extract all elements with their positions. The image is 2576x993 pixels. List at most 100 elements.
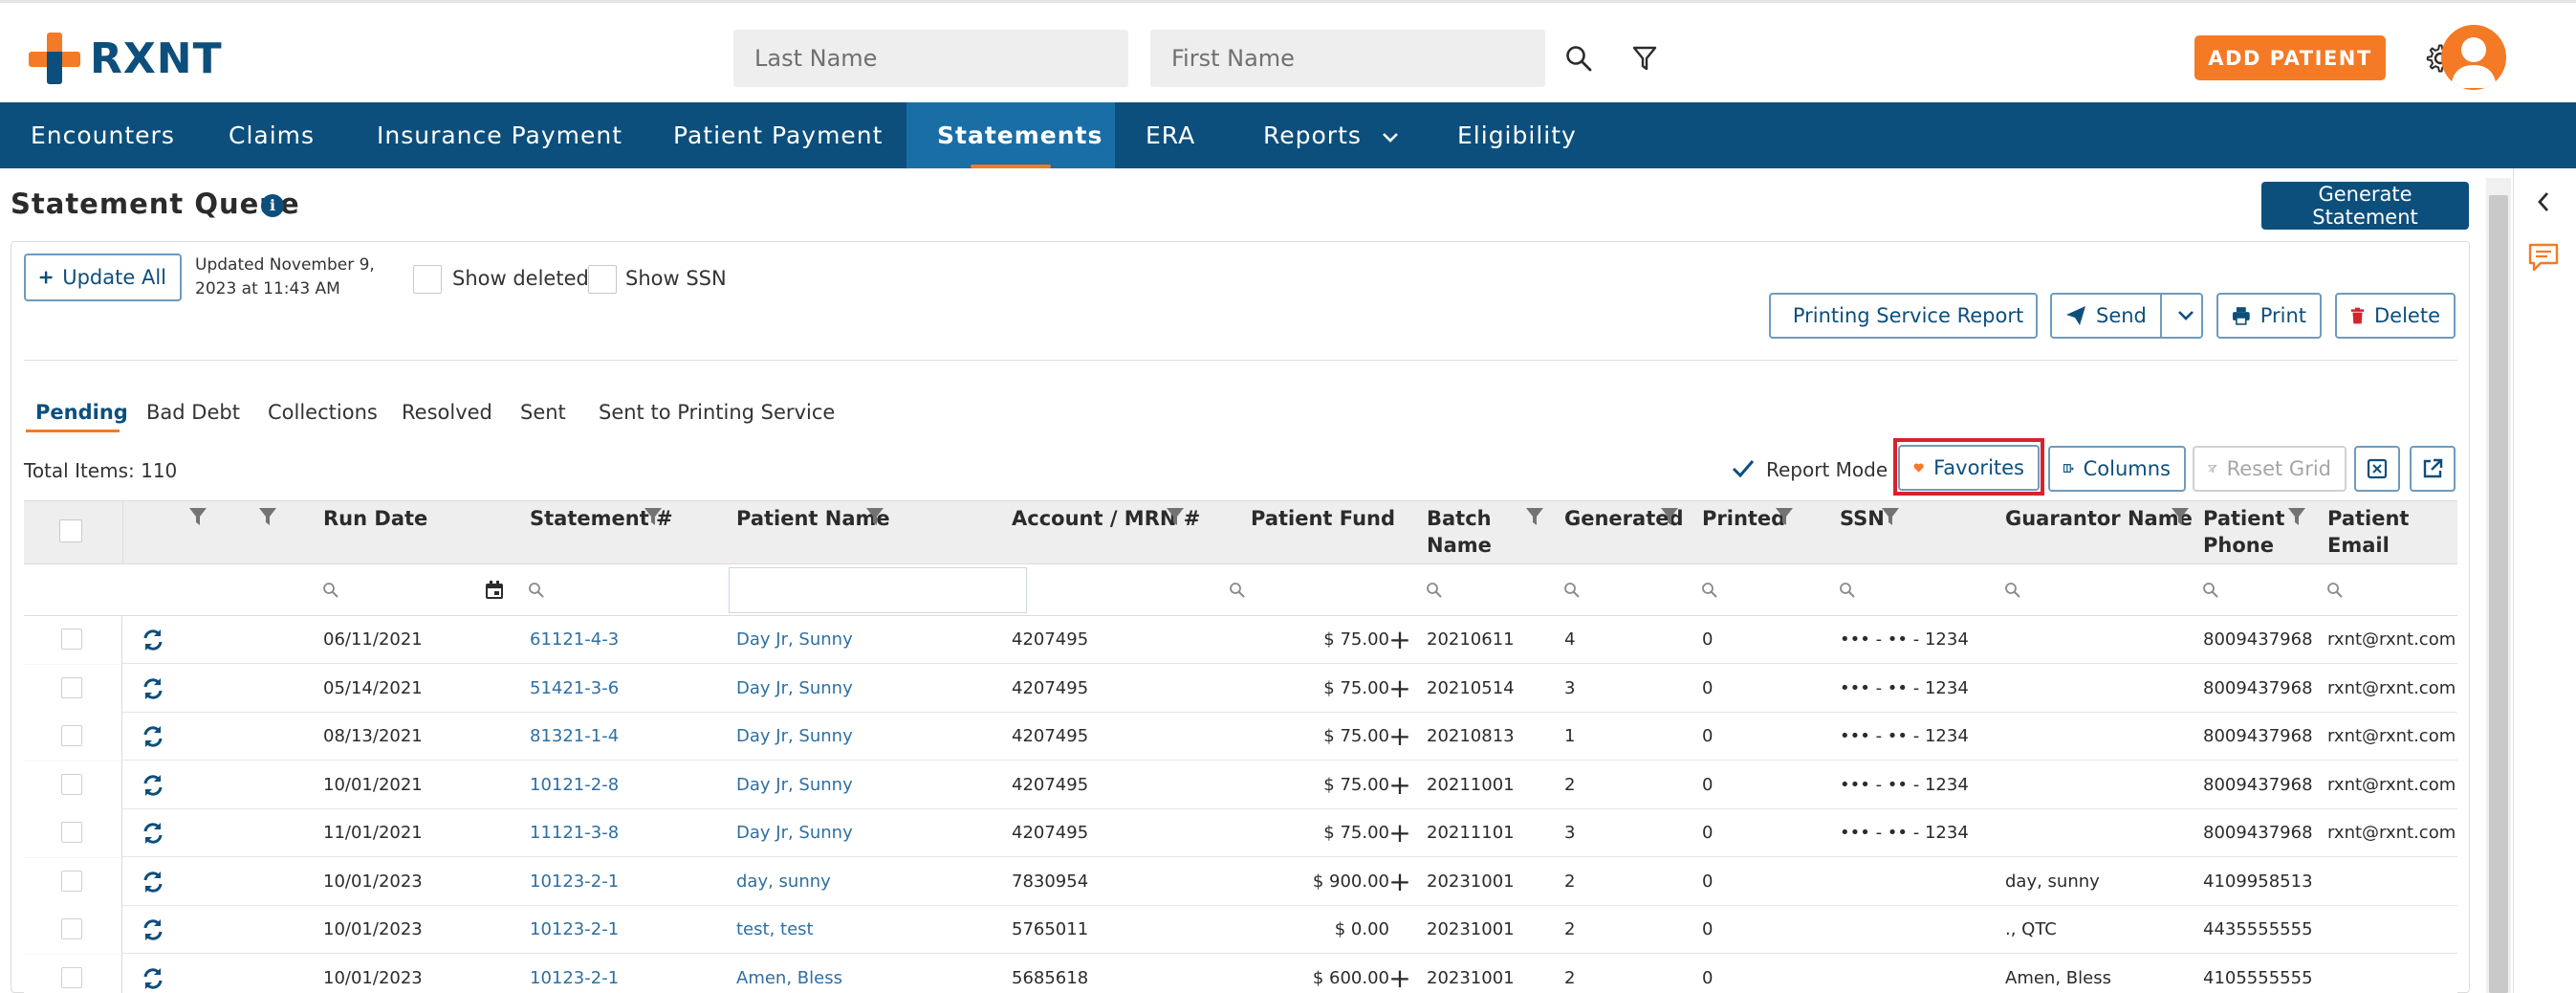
add-fund-button[interactable]: + (1388, 616, 1411, 664)
row-checkbox[interactable] (61, 629, 82, 650)
printing-service-report-button[interactable]: Printing Service Report (1769, 293, 2038, 339)
refresh-icon[interactable] (142, 918, 164, 941)
add-fund-button[interactable]: + (1388, 955, 1411, 993)
cell-statement-link[interactable]: 10123-2-1 (530, 906, 619, 954)
show-deleted-checkbox[interactable] (413, 265, 442, 294)
show-ssn-checkbox[interactable] (588, 265, 617, 294)
row-checkbox[interactable] (61, 773, 82, 795)
column-filter-icon[interactable] (644, 507, 663, 526)
nav-claims[interactable]: Claims (198, 102, 345, 168)
add-fund-button[interactable]: + (1388, 713, 1411, 761)
info-icon[interactable]: i (261, 194, 284, 217)
export-excel-button[interactable] (2354, 446, 2400, 492)
last-name-input[interactable] (733, 30, 1128, 87)
column-filter-icon[interactable] (1775, 507, 1794, 526)
cell-statement-link[interactable]: 51421-3-6 (530, 665, 619, 713)
cell-patient-link[interactable]: Amen, Bless (736, 955, 842, 993)
refresh-icon[interactable] (142, 629, 164, 651)
delete-button[interactable]: Delete (2335, 293, 2456, 339)
row-checkbox[interactable] (61, 822, 82, 843)
column-filter-icon[interactable] (1660, 507, 1679, 526)
tab-bad-debt[interactable]: Bad Debt (146, 401, 240, 424)
nav-patient-payment[interactable]: Patient Payment (643, 102, 913, 168)
column-filter-icon[interactable] (2171, 507, 2190, 526)
search-icon[interactable] (1560, 39, 1598, 77)
row-checkbox[interactable] (61, 966, 82, 988)
table-row[interactable]: 10/01/2023 10123-2-1 test, test 5765011 $ 0.… (24, 906, 2457, 954)
report-mode-checkbox[interactable] (1730, 455, 1757, 482)
cell-patient-link[interactable]: day, sunny (736, 858, 831, 906)
tab-resolved[interactable]: Resolved (402, 401, 492, 424)
table-row[interactable]: 10/01/2021 10121-2-8 Day Jr, Sunny 4207495 $… (24, 761, 2457, 809)
cell-statement-link[interactable]: 10123-2-1 (530, 858, 619, 906)
calendar-icon[interactable] (485, 581, 504, 600)
tab-pending[interactable]: Pending (35, 401, 128, 424)
chat-icon[interactable] (2527, 241, 2560, 274)
header-ssn[interactable]: SSN (1840, 505, 1885, 532)
column-filter-icon[interactable] (1166, 507, 1185, 526)
export-button[interactable] (2410, 446, 2456, 492)
nav-insurance-payment[interactable]: Insurance Payment (346, 102, 653, 168)
add-fund-button[interactable]: + (1388, 761, 1411, 809)
refresh-icon[interactable] (142, 967, 164, 990)
row-checkbox[interactable] (61, 918, 82, 939)
first-name-input[interactable] (1150, 30, 1545, 87)
cell-statement-link[interactable]: 10121-2-8 (530, 761, 619, 809)
refresh-icon[interactable] (142, 822, 164, 845)
cell-statement-link[interactable]: 10123-2-1 (530, 955, 619, 993)
table-row[interactable]: 05/14/2021 51421-3-6 Day Jr, Sunny 4207495 $… (24, 664, 2457, 713)
select-all-checkbox[interactable] (59, 519, 82, 542)
add-fund-button[interactable] (1388, 906, 1411, 954)
cell-patient-link[interactable]: Day Jr, Sunny (736, 809, 853, 857)
rxnt-logo[interactable]: RXNT (29, 32, 223, 85)
row-checkbox[interactable] (61, 676, 82, 698)
cell-patient-link[interactable]: test, test (736, 906, 814, 954)
refresh-icon[interactable] (142, 774, 164, 797)
table-row[interactable]: 08/13/2021 81321-1-4 Day Jr, Sunny 4207495 $… (24, 713, 2457, 761)
nav-eligibility[interactable]: Eligibility (1427, 102, 1607, 168)
refresh-icon[interactable] (142, 677, 164, 700)
cell-patient-link[interactable]: Day Jr, Sunny (736, 616, 853, 664)
reset-grid-button[interactable]: Reset Grid (2193, 446, 2347, 492)
cell-statement-link[interactable]: 81321-1-4 (530, 713, 619, 761)
generate-statement-button[interactable]: Generate Statement (2261, 182, 2469, 230)
add-fund-button[interactable]: + (1388, 809, 1411, 857)
user-avatar[interactable] (2441, 25, 2506, 90)
tab-sent[interactable]: Sent (520, 401, 566, 424)
column-filter-icon[interactable] (2287, 507, 2306, 526)
header-run-date[interactable]: Run Date (323, 505, 427, 532)
tab-collections[interactable]: Collections (268, 401, 378, 424)
cell-patient-link[interactable]: Day Jr, Sunny (736, 665, 853, 713)
header-guarantor-name[interactable]: Guarantor Name (2005, 505, 2193, 532)
print-button[interactable]: Print (2216, 293, 2322, 339)
columns-button[interactable]: Columns (2048, 446, 2186, 492)
header-patient-fund[interactable]: Patient Fund (1251, 505, 1395, 532)
nav-reports[interactable]: Reports (1233, 102, 1430, 168)
cell-statement-link[interactable]: 61121-4-3 (530, 616, 619, 664)
table-row[interactable]: 10/01/2023 10123-2-1 day, sunny 7830954 $ 90… (24, 857, 2457, 906)
cell-patient-link[interactable]: Day Jr, Sunny (736, 761, 853, 809)
nav-encounters[interactable]: Encounters (0, 102, 206, 168)
column-filter-icon[interactable] (1881, 507, 1900, 526)
add-patient-button[interactable]: ADD PATIENT (2194, 35, 2386, 80)
update-all-button[interactable]: Update All (24, 254, 182, 301)
header-printed[interactable]: Printed (1702, 505, 1785, 532)
cell-patient-link[interactable]: Day Jr, Sunny (736, 713, 853, 761)
page-scrollbar[interactable] (2486, 178, 2511, 993)
send-button[interactable]: Send (2052, 295, 2162, 337)
column-filter-icon[interactable] (865, 507, 884, 526)
column-filter-icon[interactable] (1525, 507, 1544, 526)
chevron-left-icon[interactable] (2537, 191, 2550, 212)
tab-sent-to-printing-service[interactable]: Sent to Printing Service (599, 401, 835, 424)
add-fund-button[interactable]: + (1388, 858, 1411, 906)
send-dropdown-toggle[interactable] (2172, 295, 2201, 337)
add-fund-button[interactable]: + (1388, 665, 1411, 713)
table-row[interactable]: 11/01/2021 11121-3-8 Day Jr, Sunny 4207495 $… (24, 809, 2457, 857)
header-batch-name[interactable]: Batch Name (1427, 505, 1492, 559)
refresh-icon[interactable] (142, 725, 164, 748)
patient-name-filter-input[interactable] (729, 567, 1027, 613)
header-patient-phone[interactable]: Patient Phone (2203, 505, 2284, 559)
filter-icon[interactable] (1626, 39, 1664, 77)
cell-statement-link[interactable]: 11121-3-8 (530, 809, 619, 857)
nav-era[interactable]: ERA (1115, 102, 1226, 168)
